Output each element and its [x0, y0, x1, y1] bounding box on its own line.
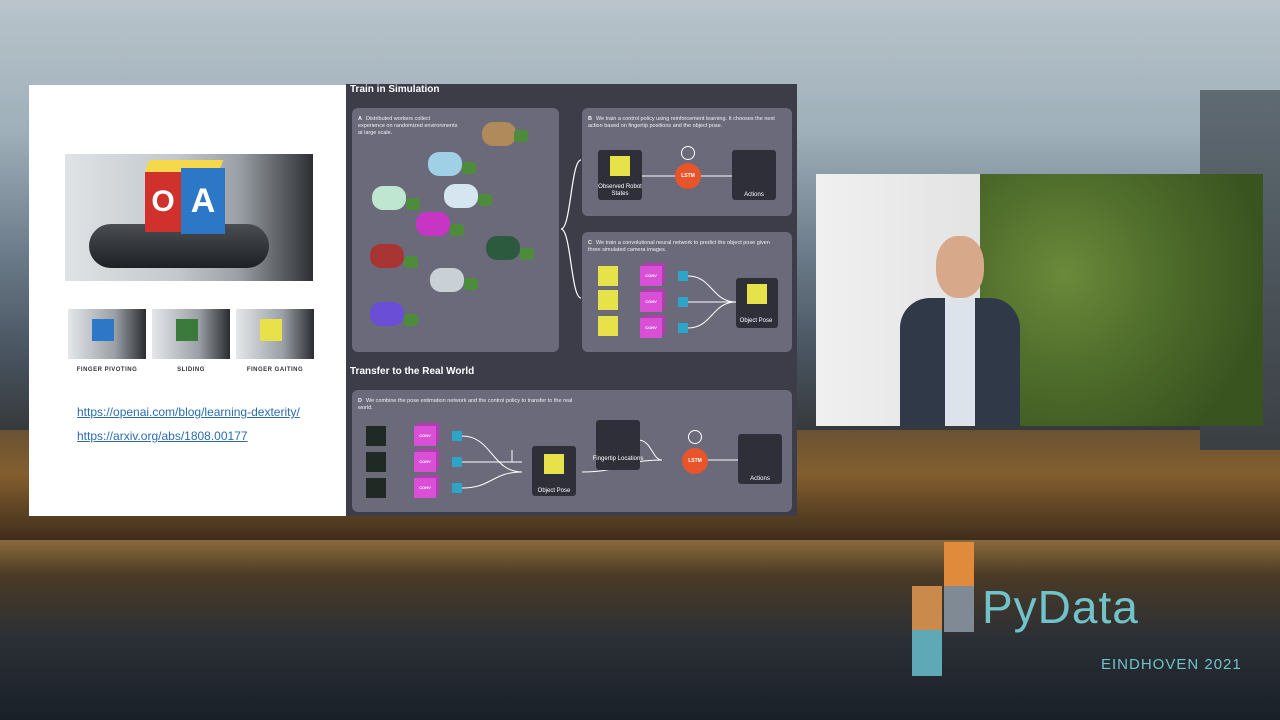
section-title-sim: Train in Simulation — [350, 84, 440, 95]
conv-block: CONV — [414, 478, 436, 498]
panel-b: B We train a control policy using reinfor… — [582, 108, 792, 216]
slide-left-panel: O A FINGER PIVOTING SLIDING FINGER GAITI… — [29, 85, 346, 516]
thumb-label: SLIDING — [177, 367, 205, 373]
cube-letter-a: A — [181, 168, 225, 234]
cube-letter-o: O — [145, 172, 181, 232]
thumb-sliding — [152, 309, 230, 359]
actions-label: Actions — [744, 192, 764, 198]
thumb-label: FINGER GAITING — [246, 367, 304, 373]
arrows-b — [642, 175, 732, 177]
panel-c-text: C We train a convolutional neural network… — [588, 240, 770, 253]
logo-shape — [912, 586, 942, 632]
training-diagram: Train in Simulation A Distributed workers… — [346, 84, 797, 516]
object-pose-label: Object Pose — [739, 318, 773, 324]
speaker-shirt — [945, 298, 975, 426]
conv-block: CONV — [414, 426, 436, 446]
moss-wall — [980, 174, 1263, 426]
logo-shape — [912, 630, 942, 676]
thumb-finger-gaiting — [236, 309, 314, 359]
link-openai-blog[interactable]: https://openai.com/blog/learning-dexteri… — [77, 405, 300, 419]
pydata-logo-text: PyData — [982, 581, 1139, 633]
link-arxiv[interactable]: https://arxiv.org/abs/1808.00177 — [77, 429, 248, 443]
panel-d-text: D We combine the pose estimation network … — [358, 398, 573, 411]
logo-shape — [944, 586, 974, 632]
object-pose-label: Object Pose — [537, 488, 571, 494]
arrows-c — [688, 275, 736, 329]
observed-states-label: Observed Robot States — [598, 184, 642, 197]
panel-a-text: A Distributed workers collect experience … — [358, 116, 458, 136]
lstm-node: LSTM — [682, 448, 708, 474]
lstm-loop-icon — [688, 430, 702, 444]
pydata-logo-subtitle: EINDHOVEN 2021 — [1101, 656, 1242, 673]
section-title-real: Transfer to the Real World — [350, 366, 475, 377]
camera-image — [598, 290, 618, 310]
logo-shape — [944, 542, 974, 588]
real-camera-image — [366, 452, 386, 472]
actions-label: Actions — [750, 476, 770, 482]
panel-a: A Distributed workers collect experience … — [352, 108, 559, 352]
conv-block: CONV — [640, 292, 662, 312]
robot-hand-image: O A — [65, 154, 313, 281]
panel-b-text: B We train a control policy using reinfor… — [588, 116, 775, 129]
thumb-label: FINGER PIVOTING — [76, 367, 138, 373]
panel-c: C We train a convolutional neural network… — [582, 232, 792, 352]
letter-cube: O A — [144, 160, 227, 236]
thumb-finger-pivoting — [68, 309, 146, 359]
camera-image — [598, 266, 618, 286]
camera-image — [598, 316, 618, 336]
connector-bracket — [560, 159, 582, 299]
conv-block: CONV — [640, 318, 662, 338]
lstm-loop-icon — [681, 146, 695, 160]
conv-block: CONV — [414, 452, 436, 472]
real-camera-image — [366, 478, 386, 498]
speaker-head — [936, 236, 984, 298]
fingertip-label: Fingertip Locations — [592, 456, 644, 462]
conv-block: CONV — [640, 266, 662, 286]
panel-d: D We combine the pose estimation network … — [352, 390, 792, 512]
speaker-video — [816, 174, 1263, 426]
real-camera-image — [366, 426, 386, 446]
